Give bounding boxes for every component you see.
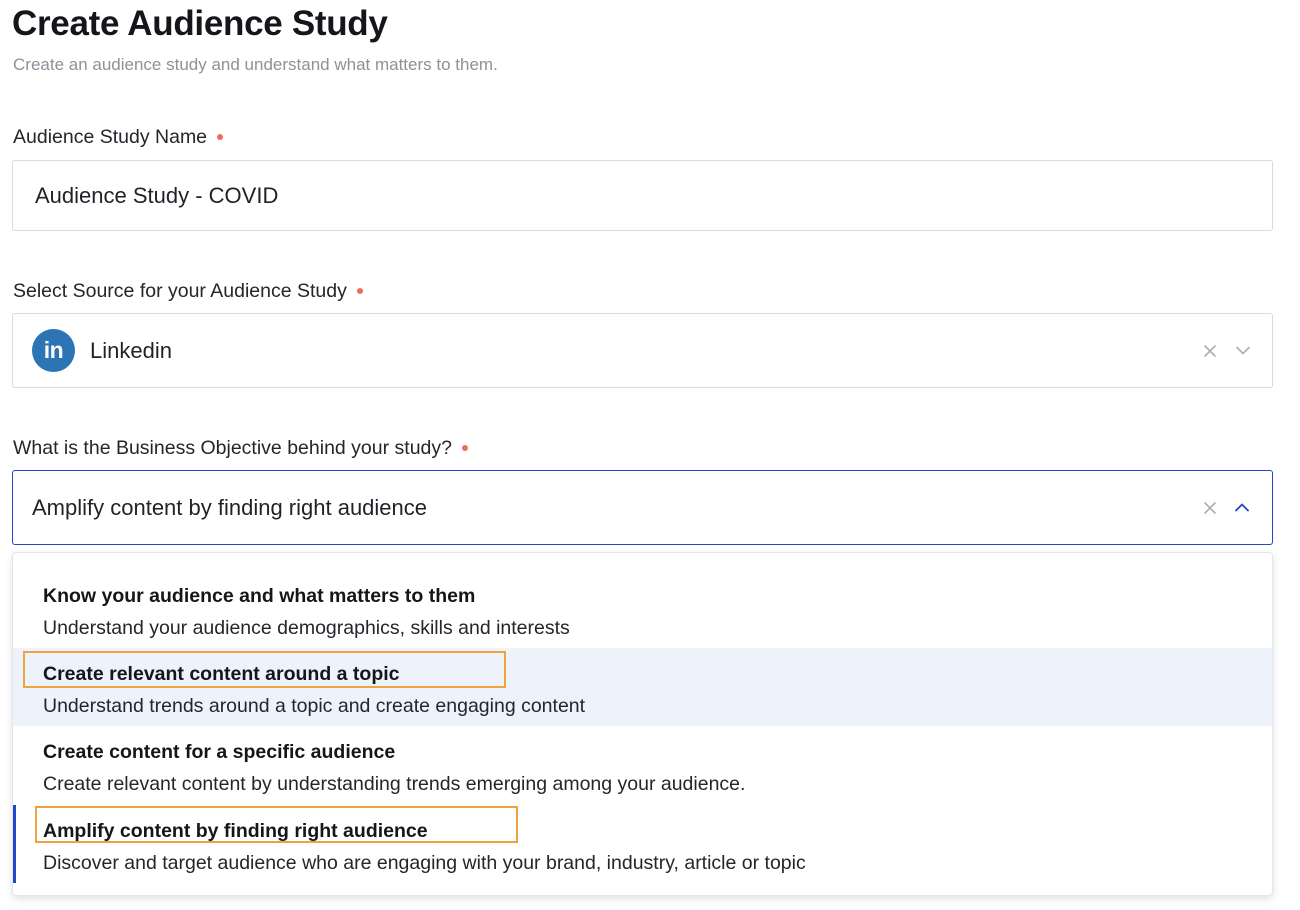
- objective-option-relevant-content[interactable]: Create relevant content around a topic U…: [13, 648, 1272, 726]
- required-indicator: [356, 287, 363, 294]
- source-select[interactable]: in Linkedin: [12, 313, 1273, 388]
- objective-label-text: What is the Business Objective behind yo…: [13, 437, 452, 459]
- option-title: Know your audience and what matters to t…: [43, 585, 476, 607]
- linkedin-icon: in: [32, 329, 75, 372]
- chevron-up-icon: [1235, 503, 1249, 512]
- option-description: Create relevant content by understanding…: [43, 773, 746, 795]
- close-icon: [1204, 501, 1216, 514]
- option-title: Amplify content by finding right audienc…: [43, 820, 428, 842]
- study-name-label: Audience Study Name: [13, 125, 224, 149]
- option-title: Create relevant content around a topic: [43, 663, 400, 685]
- objective-dropdown-menu: Know your audience and what matters to t…: [12, 552, 1273, 896]
- option-description: Understand your audience demographics, s…: [43, 617, 570, 639]
- required-indicator: [461, 444, 468, 451]
- source-label-text: Select Source for your Audience Study: [13, 280, 347, 302]
- close-icon: [1204, 344, 1216, 357]
- study-name-label-text: Audience Study Name: [13, 126, 208, 148]
- expand-source-button[interactable]: [1232, 314, 1254, 387]
- study-name-input[interactable]: [35, 161, 1235, 230]
- required-indicator: [217, 133, 224, 140]
- objective-option-know-audience[interactable]: Know your audience and what matters to t…: [13, 570, 1272, 648]
- chevron-down-icon: [1236, 346, 1250, 355]
- collapse-objective-button[interactable]: [1231, 471, 1253, 544]
- option-description: Understand trends around a topic and cre…: [43, 695, 586, 717]
- page-subtitle: Create an audience study and understand …: [13, 55, 498, 74]
- clear-source-button[interactable]: [1199, 314, 1221, 387]
- objective-select-value: Amplify content by finding right audienc…: [32, 494, 428, 520]
- objective-option-amplify-content[interactable]: Amplify content by finding right audienc…: [13, 805, 1272, 883]
- selected-indicator: [13, 805, 16, 883]
- clear-objective-button[interactable]: [1199, 471, 1221, 544]
- study-name-field[interactable]: [12, 160, 1273, 231]
- source-label: Select Source for your Audience Study: [13, 279, 363, 303]
- objective-label: What is the Business Objective behind yo…: [13, 436, 468, 460]
- option-title: Create content for a specific audience: [43, 741, 396, 763]
- option-description: Discover and target audience who are eng…: [43, 852, 806, 874]
- page-title: Create Audience Study: [12, 4, 388, 43]
- objective-option-specific-audience[interactable]: Create content for a specific audience C…: [13, 726, 1272, 804]
- objective-select[interactable]: Amplify content by finding right audienc…: [12, 470, 1273, 545]
- source-select-value: Linkedin: [90, 337, 172, 363]
